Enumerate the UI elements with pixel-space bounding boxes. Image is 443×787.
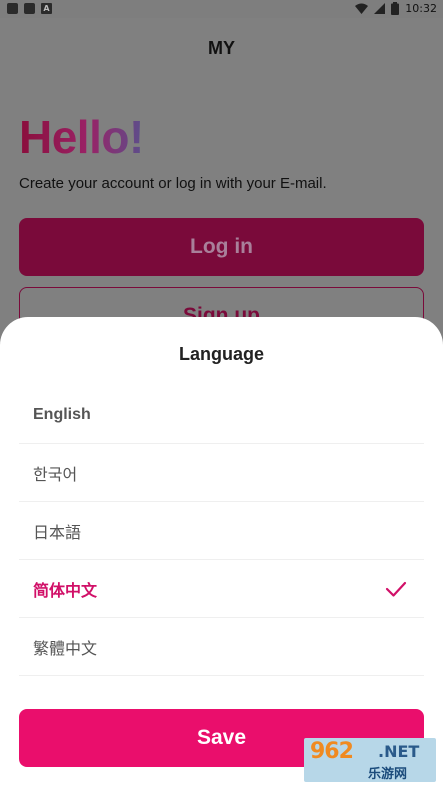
check-icon xyxy=(385,581,407,597)
status-left-icons: A xyxy=(7,3,52,14)
language-item-japanese[interactable]: 日本語 xyxy=(19,502,424,560)
watermark-net: .NET xyxy=(378,742,420,761)
language-item-korean[interactable]: 한국어 xyxy=(19,444,424,502)
language-label: 简体中文 xyxy=(33,582,98,600)
language-label: English xyxy=(33,405,91,423)
sheet-title: Language xyxy=(178,344,264,364)
notification-square-icon xyxy=(24,3,35,14)
language-sheet: Language English 한국어 日本語 简体中文 繁體中文 Save xyxy=(0,317,443,787)
hello-heading: Hello! xyxy=(19,111,144,163)
watermark-bottom: 乐游网 xyxy=(368,766,408,781)
status-bar: A 10:32 xyxy=(0,0,443,18)
battery-icon xyxy=(391,2,400,15)
a-icon: A xyxy=(41,3,52,14)
cellular-icon xyxy=(374,3,386,14)
language-label: 日本語 xyxy=(33,524,82,542)
language-item-traditional-chinese[interactable]: 繁體中文 xyxy=(19,618,424,676)
language-item-english[interactable]: English xyxy=(19,386,424,444)
status-right-icons: 10:32 xyxy=(355,2,437,15)
language-label: 한국어 xyxy=(33,466,78,484)
notification-square-icon xyxy=(7,3,18,14)
login-button[interactable]: Log in xyxy=(19,218,424,276)
wifi-icon xyxy=(355,3,369,14)
language-item-simplified-chinese[interactable]: 简体中文 xyxy=(19,560,424,618)
language-list: English 한국어 日本語 简体中文 繁體中文 xyxy=(19,386,424,676)
status-time: 10:32 xyxy=(405,2,437,15)
language-label: 繁體中文 xyxy=(33,640,98,658)
subtitle-text: Create your account or log in with your … xyxy=(19,175,327,192)
watermark-text: 962 xyxy=(310,739,354,764)
app-title: MY xyxy=(208,38,235,58)
watermark-logo: 962 .NET 乐游网 xyxy=(304,738,436,782)
